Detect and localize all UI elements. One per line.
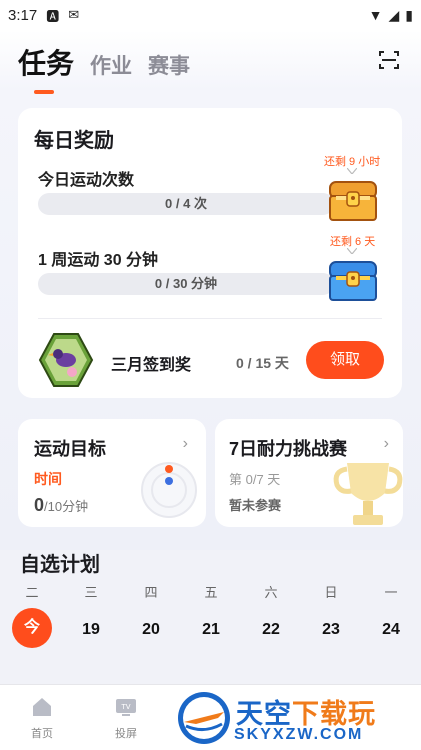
watermark-title-blue: 天空	[236, 699, 292, 729]
challenge-day: 第 0/7 天	[229, 472, 281, 487]
daily-rewards-title: 每日奖励	[34, 130, 114, 152]
chevron-down-icon	[347, 168, 357, 174]
goal-title: 运动目标	[34, 439, 106, 459]
goal-value-number: 0	[34, 495, 45, 515]
weekday-label: 一	[384, 585, 398, 600]
weekday-label: 二	[25, 585, 39, 600]
chevron-down-icon	[347, 248, 357, 254]
daily-rewards-card: 每日奖励 今日运动次数 0 / 4 次 还剩 9 小时 1 周运动 30 分钟 …	[18, 108, 402, 398]
nav-home[interactable]: 首页	[12, 685, 72, 741]
site-watermark: 天空下载玩 SKYXZW.COM	[176, 690, 421, 750]
weekday-label: 六	[264, 585, 278, 600]
day-number: 20	[142, 621, 160, 638]
goal-value: 0/10分钟	[34, 495, 88, 516]
day-number: 24	[382, 621, 400, 638]
tab-tasks[interactable]: 任务	[18, 42, 74, 94]
daily-exercise-label: 今日运动次数	[38, 172, 135, 189]
home-icon	[33, 698, 51, 716]
custom-plan-title: 自选计划	[20, 554, 100, 576]
tab-underline	[34, 90, 54, 94]
status-time: 3:17	[8, 6, 38, 24]
checkin-label: 三月签到奖	[111, 357, 192, 374]
day-number: 22	[262, 621, 280, 638]
chevron-right-icon: ›	[182, 435, 188, 452]
tab-events[interactable]: 赛事	[148, 50, 190, 80]
watermark-title-orange: 下载玩	[292, 699, 376, 729]
goal-ring-icon	[141, 462, 197, 518]
watermark-url: SKYXZW.COM	[234, 726, 364, 743]
weekly-exercise-label: 1 周运动 30 分钟	[38, 252, 159, 269]
top-tabs: 任务 作业 赛事	[18, 42, 190, 94]
nav-home-label: 首页	[31, 728, 53, 740]
wifi-icon: ▼	[368, 7, 383, 23]
nav-cast-label: 投屏	[115, 728, 137, 740]
notification-icon: ✉	[68, 7, 80, 22]
day-number: 19	[82, 621, 100, 638]
status-bar: 3:17 🅰 ✉ ▼ ◢ ▮	[0, 0, 421, 30]
checkin-progress: 0 / 15 天	[236, 355, 289, 371]
claim-button[interactable]: 领取	[306, 341, 384, 379]
trophy-icon	[333, 463, 403, 525]
tv-icon: TV	[116, 699, 136, 716]
divider	[38, 318, 382, 319]
bird-badge-icon	[38, 333, 94, 387]
week-calendar: 二 今 三 19 四 20 五 21 六 22 日 23 一 24	[0, 578, 421, 674]
weekly-exercise-remain: 还剩 6 天	[330, 236, 376, 248]
airplane-logo-icon	[178, 692, 230, 744]
daily-exercise-progress: 0 / 4 次	[38, 193, 334, 215]
challenge-status: 暂未参赛	[229, 498, 282, 513]
goal-subtitle: 时间	[34, 471, 62, 487]
daily-exercise-remain: 还剩 9 小时	[324, 156, 381, 168]
weekday-label: 三	[84, 585, 98, 600]
weekday-label: 五	[204, 585, 218, 600]
svg-text:TV: TV	[120, 703, 130, 711]
day-number: 21	[202, 621, 220, 638]
signal-icon: ◢	[388, 6, 400, 23]
goal-value-unit: /10分钟	[44, 499, 89, 514]
text-input-icon: 🅰	[46, 8, 60, 24]
endurance-challenge-card[interactable]: 7日耐力挑战赛 › 第 0/7 天 暂未参赛	[215, 419, 403, 527]
orange-chest-icon[interactable]	[328, 178, 378, 222]
today-circle[interactable]: 今	[12, 608, 52, 648]
day-number: 23	[322, 621, 340, 638]
weekly-exercise-progress: 0 / 30 分钟	[38, 273, 334, 295]
weekday-label: 日	[324, 585, 338, 600]
blue-chest-icon[interactable]	[328, 258, 378, 302]
battery-icon: ▮	[405, 6, 413, 23]
exercise-goal-card[interactable]: 运动目标 › 时间 0/10分钟	[18, 419, 206, 527]
weekday-label: 四	[144, 585, 158, 600]
tab-homework[interactable]: 作业	[90, 50, 132, 80]
nav-cast[interactable]: TV 投屏	[96, 685, 156, 741]
scan-icon[interactable]	[377, 48, 401, 72]
